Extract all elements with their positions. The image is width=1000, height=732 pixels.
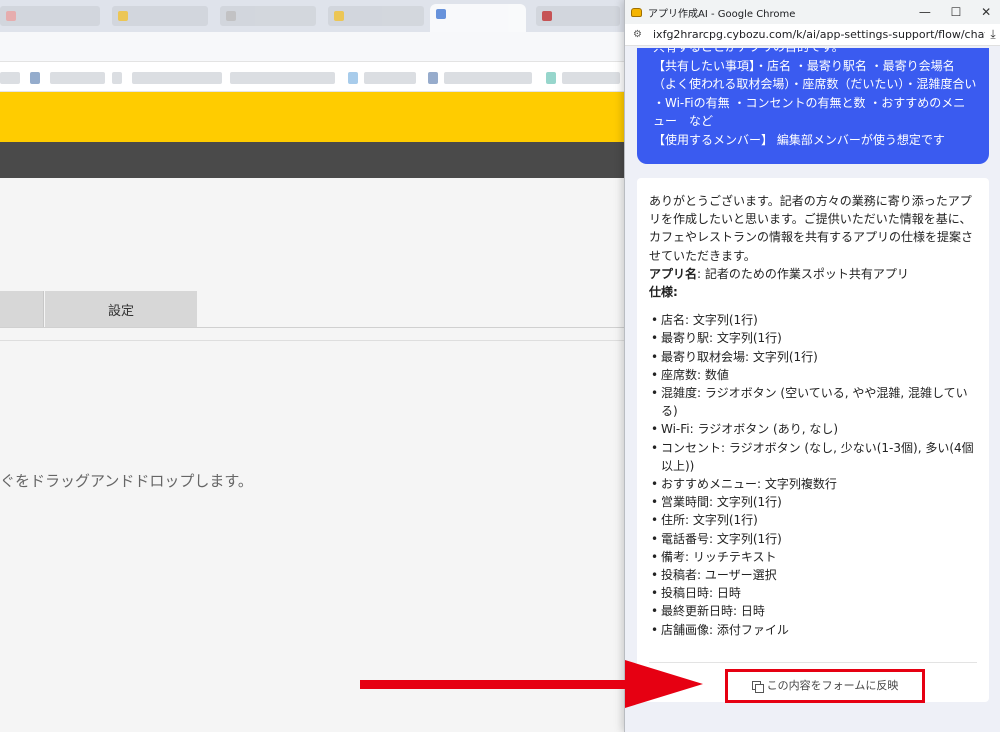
url-text: ixfg2hrarcpg.cybozu.com/k/ai/app-setting…: [653, 28, 985, 41]
spec-field-item: 営業時間: 文字列(1行): [649, 493, 977, 511]
background-tab[interactable]: [112, 6, 208, 26]
ai-response-card: ありがとうございます。記者の方々の業務に寄り添ったアプリを作成したいと思います。…: [637, 178, 989, 703]
spec-field-item: 最寄り取材会場: 文字列(1行): [649, 348, 977, 366]
spec-field-item: 住所: 文字列(1行): [649, 511, 977, 529]
annotation-arrow-icon: [625, 660, 703, 708]
drop-zone-hint: ぐをドラッグアンドドロップします。: [0, 472, 253, 490]
annotation-arrow-shaft: [360, 680, 630, 689]
app-icon: [631, 7, 642, 17]
spec-field-item: Wi-Fi: ラジオボタン (あり, なし): [649, 420, 977, 438]
close-icon[interactable]: ✕: [981, 5, 991, 19]
background-tab-button[interactable]: [0, 291, 44, 327]
spec-field-item: 店舗画像: 添付ファイル: [649, 621, 977, 639]
user-message: 共有することがアプリの目的です。 【共有したい事項】・店名 ・最寄り駅名 ・最寄…: [637, 48, 989, 164]
app-name-line: アプリ名: 記者のための作業スポット共有アプリ: [649, 265, 977, 283]
spec-field-item: 座席数: 数値: [649, 366, 977, 384]
spec-field-item: おすすめメニュー: 文字列複数行: [649, 475, 977, 493]
spec-field-list: 店名: 文字列(1行) 最寄り駅: 文字列(1行) 最寄り取材会場: 文字列(1…: [649, 311, 977, 639]
spec-field-item: 最寄り駅: 文字列(1行): [649, 329, 977, 347]
spec-field-item: コンセント: ラジオボタン (なし, 少ない(1-3個), 多い(4個以上)): [649, 439, 977, 475]
user-message-members: 【使用するメンバー】 編集部メンバーが使う想定です: [653, 132, 945, 147]
spec-colon: :: [673, 285, 678, 300]
background-tab[interactable]: [328, 6, 424, 26]
maximize-icon[interactable]: ☐: [951, 5, 962, 19]
app-name-value: : 記者のための作業スポット共有アプリ: [697, 266, 909, 281]
ai-intro-text: ありがとうございます。記者の方々の業務に寄り添ったアプリを作成したいと思います。…: [649, 194, 974, 263]
background-tab-active[interactable]: [430, 4, 526, 32]
reflect-button-label: この内容をフォームに反映: [766, 678, 899, 692]
spec-field-item: 混雑度: ラジオボタン (空いている, やや混雑, 混雑している): [649, 384, 977, 420]
background-tab[interactable]: [220, 6, 316, 26]
app-creation-ai-window: アプリ作成AI - Google Chrome — ☐ ✕ ⚙ ixfg2hra…: [624, 0, 1000, 732]
spec-heading: 仕様:: [649, 283, 977, 301]
spec-field-item: 備考: リッチテキスト: [649, 548, 977, 566]
window-title: アプリ作成AI - Google Chrome: [648, 8, 796, 20]
background-tab[interactable]: [0, 6, 100, 26]
spec-field-item: 電話番号: 文字列(1行): [649, 530, 977, 548]
url-bar[interactable]: ⚙ ixfg2hrarcpg.cybozu.com/k/ai/app-setti…: [625, 24, 1000, 46]
settings-tab[interactable]: 設定: [45, 291, 197, 327]
app-name-label: アプリ名: [649, 266, 698, 281]
copy-icon: [751, 680, 764, 693]
spec-field-item: 投稿者: ユーザー選択: [649, 566, 977, 584]
download-icon[interactable]: ⤓: [985, 27, 1000, 42]
user-message-share-items: 【共有したい事項】・店名 ・最寄り駅名 ・最寄り会場名（よく使われる取材会場）・…: [653, 58, 977, 129]
background-tab[interactable]: [536, 6, 620, 26]
spec-field-item: 最終更新日時: 日時: [649, 602, 977, 620]
spec-label: 仕様: [649, 285, 674, 300]
user-message-cut-line: 共有することがアプリの目的です。: [653, 48, 977, 57]
minimize-icon[interactable]: —: [919, 5, 931, 19]
site-settings-icon[interactable]: ⚙: [633, 29, 645, 40]
window-titlebar: アプリ作成AI - Google Chrome — ☐ ✕: [625, 0, 1000, 24]
spec-field-item: 店名: 文字列(1行): [649, 311, 977, 329]
spec-field-item: 投稿日時: 日時: [649, 584, 977, 602]
reflect-to-form-button[interactable]: この内容をフォームに反映: [725, 669, 925, 703]
chat-area[interactable]: 共有することがアプリの目的です。 【共有したい事項】・店名 ・最寄り駅名 ・最寄…: [625, 46, 1000, 732]
